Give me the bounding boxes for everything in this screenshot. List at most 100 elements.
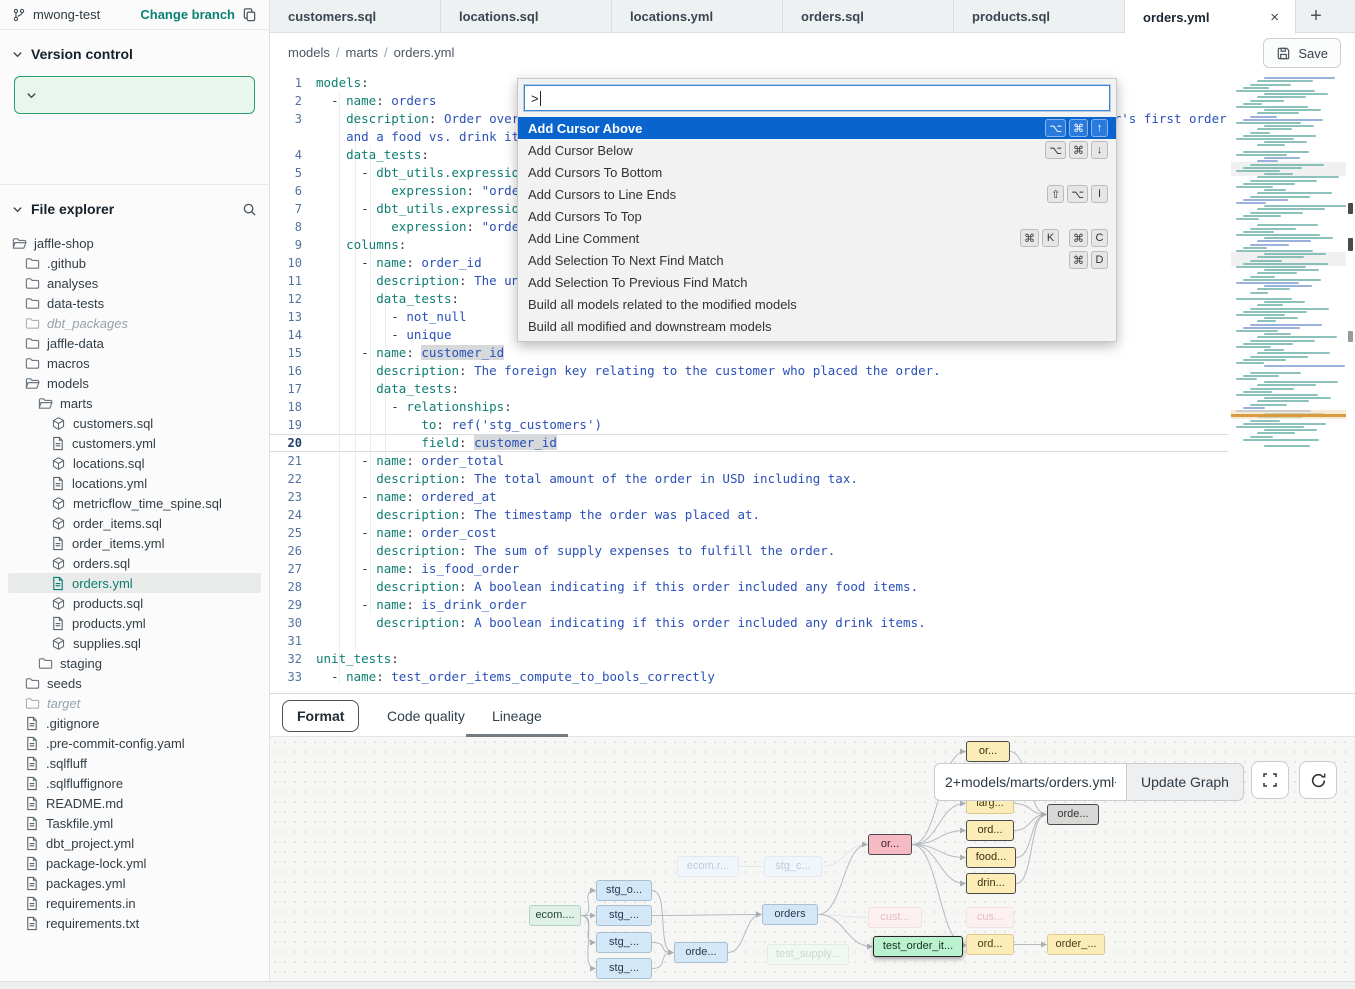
breadcrumb-item[interactable]: marts	[346, 45, 379, 60]
code-line[interactable]: 25 - name: order_cost	[270, 524, 1228, 542]
command-item[interactable]: Add Cursors to Line Ends⇧⌥I	[518, 183, 1116, 205]
save-button[interactable]: Save	[1263, 38, 1341, 68]
code-line[interactable]: 29 - name: is_drink_order	[270, 596, 1228, 614]
command-item[interactable]: Add Cursors To Top	[518, 205, 1116, 227]
new-tab-button[interactable]: +	[1296, 0, 1336, 32]
tab-orders.yml[interactable]: orders.yml×	[1125, 0, 1296, 34]
command-item[interactable]: Build all models related to the modified…	[518, 293, 1116, 315]
file-explorer-header[interactable]: File explorer	[0, 185, 269, 225]
file-item-.sqlfluffignore[interactable]: .sqlfluffignore	[8, 773, 261, 793]
command-item[interactable]: Add Cursor Below⌥⌘↓	[518, 139, 1116, 161]
file-item-packages.yml[interactable]: packages.yml	[8, 873, 261, 893]
command-item[interactable]: Add Line Comment⌘K⌘C	[518, 227, 1116, 249]
file-item-staging[interactable]: staging	[8, 653, 261, 673]
breadcrumb-item[interactable]: models	[288, 45, 330, 60]
tab-code-quality[interactable]: Code quality	[387, 694, 465, 737]
tab-locations.sql[interactable]: locations.sql	[441, 0, 612, 32]
lineage-node-drin[interactable]: drin...	[966, 873, 1016, 894]
file-item-macros[interactable]: macros	[8, 353, 261, 373]
fullscreen-button[interactable]	[1251, 761, 1289, 799]
file-item-jaffle-data[interactable]: jaffle-data	[8, 333, 261, 353]
command-item[interactable]: Add Selection To Previous Find Match	[518, 271, 1116, 293]
code-line[interactable]: 21 - name: order_total	[270, 452, 1228, 470]
file-item-orders.sql[interactable]: orders.sql	[8, 553, 261, 573]
create-pr-button[interactable]: Create a pull request on Git...	[14, 76, 255, 114]
code-line[interactable]: 22 description: The total amount of the …	[270, 470, 1228, 488]
copy-icon[interactable]	[242, 7, 257, 22]
file-item-metricflow_time_spine.sql[interactable]: metricflow_time_spine.sql	[8, 493, 261, 513]
code-line[interactable]: 16 description: The foreign key relating…	[270, 362, 1228, 380]
code-line[interactable]: 19 to: ref('stg_customers')	[270, 416, 1228, 434]
lineage-node-ord[interactable]: ord...	[966, 820, 1014, 841]
file-item-.sqlfluff[interactable]: .sqlfluff	[8, 753, 261, 773]
tab-orders.sql[interactable]: orders.sql	[783, 0, 954, 32]
version-control-header[interactable]: Version control	[0, 30, 269, 70]
search-icon[interactable]	[242, 202, 257, 217]
lineage-node-or[interactable]: or...	[868, 834, 912, 855]
file-item-dbt_project.yml[interactable]: dbt_project.yml	[8, 833, 261, 853]
code-line[interactable]: 23 - name: ordered_at	[270, 488, 1228, 506]
command-item[interactable]: Build all modified and downstream models	[518, 315, 1116, 337]
lineage-node-ord[interactable]: ord...	[966, 934, 1014, 955]
command-palette-input[interactable]: >	[524, 85, 1110, 111]
lineage-node-ecomr[interactable]: ecom.r...	[677, 856, 739, 877]
code-line[interactable]: 30 description: A boolean indicating if …	[270, 614, 1228, 632]
file-item-locations.yml[interactable]: locations.yml	[8, 473, 261, 493]
file-item-.github[interactable]: .github	[8, 253, 261, 273]
file-item-marts[interactable]: marts	[8, 393, 261, 413]
breadcrumb-item[interactable]: orders.yml	[394, 45, 455, 60]
close-tab-icon[interactable]: ×	[1268, 9, 1281, 26]
file-item-supplies.sql[interactable]: supplies.sql	[8, 633, 261, 653]
code-line[interactable]: 27 - name: is_food_order	[270, 560, 1228, 578]
file-item-requirements.txt[interactable]: requirements.txt	[8, 913, 261, 933]
lineage-node-stg_o[interactable]: stg_o...	[596, 880, 652, 901]
selector-input[interactable]	[934, 763, 1126, 801]
file-item-Taskfile.yml[interactable]: Taskfile.yml	[8, 813, 261, 833]
lineage-node-cus[interactable]: cus...	[966, 907, 1014, 928]
lineage-node-test_order_it[interactable]: test_order_it...	[873, 936, 963, 957]
file-item-.pre-commit-config.yaml[interactable]: .pre-commit-config.yaml	[8, 733, 261, 753]
file-item-order_items.yml[interactable]: order_items.yml	[8, 533, 261, 553]
lineage-node-food[interactable]: food...	[966, 847, 1016, 868]
refresh-button[interactable]	[1299, 761, 1337, 799]
file-item-locations.sql[interactable]: locations.sql	[8, 453, 261, 473]
tab-customers.sql[interactable]: customers.sql	[270, 0, 441, 32]
code-line[interactable]: 15 - name: customer_id	[270, 344, 1228, 362]
lineage-node-orde[interactable]: orde...	[674, 942, 728, 963]
tab-lineage[interactable]: Lineage	[492, 694, 542, 737]
code-line[interactable]: 31	[270, 632, 1228, 650]
lineage-node-ecom[interactable]: ecom....	[529, 905, 581, 926]
file-item-jaffle-shop[interactable]: jaffle-shop	[8, 233, 261, 253]
lineage-node-cust[interactable]: cust...	[868, 907, 922, 928]
file-item-order_items.sql[interactable]: order_items.sql	[8, 513, 261, 533]
pr-dropdown-chevron[interactable]	[15, 77, 47, 113]
lineage-canvas[interactable]: Update Graph ecom....stg_o...stg_...stg_…	[270, 737, 1355, 981]
lineage-node-stg_[interactable]: stg_...	[596, 958, 652, 979]
file-item-analyses[interactable]: analyses	[8, 273, 261, 293]
file-item-target[interactable]: target	[8, 693, 261, 713]
file-item-data-tests[interactable]: data-tests	[8, 293, 261, 313]
file-item-customers.yml[interactable]: customers.yml	[8, 433, 261, 453]
file-item-package-lock.yml[interactable]: package-lock.yml	[8, 853, 261, 873]
code-line[interactable]: 24 description: The timestamp the order …	[270, 506, 1228, 524]
bottom-scroll-strip[interactable]	[0, 981, 1355, 989]
file-item-products.yml[interactable]: products.yml	[8, 613, 261, 633]
file-item-dbt_packages[interactable]: dbt_packages	[8, 313, 261, 333]
command-item[interactable]: Add Cursor Above⌥⌘↑	[518, 117, 1116, 139]
change-branch-link[interactable]: Change branch	[140, 7, 235, 22]
tab-locations.yml[interactable]: locations.yml	[612, 0, 783, 32]
lineage-node-test_supply[interactable]: test_supply...	[767, 944, 849, 965]
lineage-node-stg_[interactable]: stg_...	[596, 932, 652, 953]
format-button[interactable]: Format	[282, 700, 359, 732]
editor-scrollbar[interactable]	[1348, 72, 1354, 693]
code-line[interactable]: 18 - relationships:	[270, 398, 1228, 416]
lineage-node-orde[interactable]: orde...	[1047, 804, 1099, 825]
file-item-.gitignore[interactable]: .gitignore	[8, 713, 261, 733]
lineage-node-stg_[interactable]: stg_...	[596, 905, 652, 926]
code-line[interactable]: 28 description: A boolean indicating if …	[270, 578, 1228, 596]
file-item-requirements.in[interactable]: requirements.in	[8, 893, 261, 913]
command-item[interactable]: Add Cursors To Bottom	[518, 161, 1116, 183]
code-line[interactable]: 32unit_tests:	[270, 650, 1228, 668]
file-item-README.md[interactable]: README.md	[8, 793, 261, 813]
command-item[interactable]: Add Selection To Next Find Match⌘D	[518, 249, 1116, 271]
